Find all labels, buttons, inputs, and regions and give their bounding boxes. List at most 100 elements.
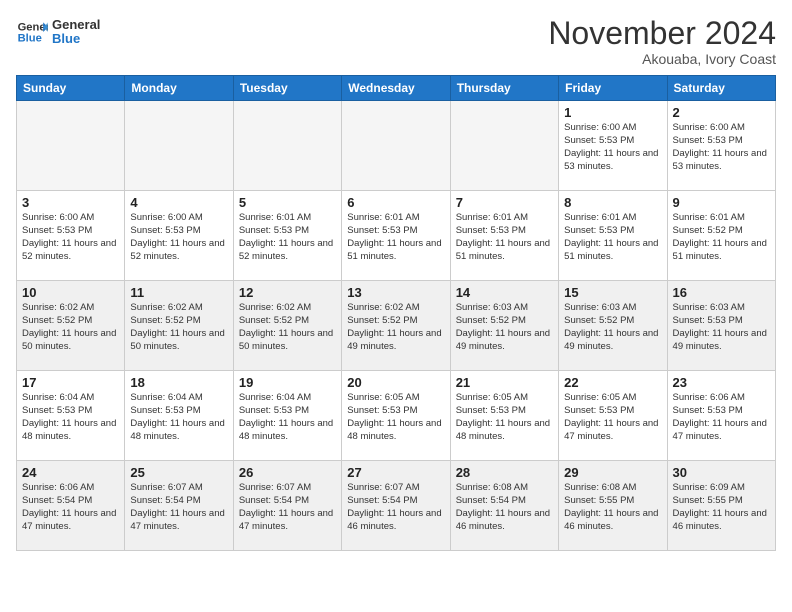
day-number: 15 — [564, 285, 661, 300]
day-info: Sunrise: 6:04 AMSunset: 5:53 PMDaylight:… — [239, 392, 336, 443]
header: General Blue General Blue November 2024 … — [16, 16, 776, 67]
title-block: November 2024 Akouaba, Ivory Coast — [548, 16, 776, 67]
calendar-cell: 19Sunrise: 6:04 AMSunset: 5:53 PMDayligh… — [233, 371, 341, 461]
day-number: 28 — [456, 465, 553, 480]
calendar-cell: 16 Sunrise: 6:03 AMSunset: 5:53 PMDayligh… — [667, 281, 775, 371]
day-info: Sunrise: 6:01 AMSunset: 5:53 PMDaylight:… — [347, 212, 444, 263]
weekday-header-tuesday: Tuesday — [233, 76, 341, 101]
calendar-cell: 26 Sunrise: 6:07 AMSunset: 5:54 PMDayligh… — [233, 461, 341, 551]
day-info: Sunrise: 6:06 AMSunset: 5:53 PMDaylight:… — [673, 392, 770, 443]
calendar-cell — [125, 101, 233, 191]
month-title: November 2024 — [548, 16, 776, 51]
weekday-header-monday: Monday — [125, 76, 233, 101]
day-info: Sunrise: 6:05 AMSunset: 5:53 PMDaylight:… — [456, 392, 553, 443]
calendar-cell: 21 Sunrise: 6:05 AMSunset: 5:53 PMDayligh… — [450, 371, 558, 461]
day-number: 26 — [239, 465, 336, 480]
day-number: 14 — [456, 285, 553, 300]
day-number: 12 — [239, 285, 336, 300]
day-number: 23 — [673, 375, 770, 390]
calendar-cell: 11 Sunrise: 6:02 AMSunset: 5:52 PMDayligh… — [125, 281, 233, 371]
week-row-4: 17Sunrise: 6:04 AMSunset: 5:53 PMDayligh… — [17, 371, 776, 461]
day-info: Sunrise: 6:02 AMSunset: 5:52 PMDaylight:… — [130, 302, 227, 353]
day-info: Sunrise: 6:07 AMSunset: 5:54 PMDaylight:… — [347, 482, 444, 533]
day-number: 30 — [673, 465, 770, 480]
calendar-cell: 13Sunrise: 6:02 AMSunset: 5:52 PMDayligh… — [342, 281, 450, 371]
weekday-header-sunday: Sunday — [17, 76, 125, 101]
calendar-cell: 8Sunrise: 6:01 AMSunset: 5:53 PMDaylight… — [559, 191, 667, 281]
calendar-cell: 18 Sunrise: 6:04 AMSunset: 5:53 PMDayligh… — [125, 371, 233, 461]
day-info: Sunrise: 6:00 AMSunset: 5:53 PMDaylight:… — [22, 212, 119, 263]
day-info: Sunrise: 6:07 AMSunset: 5:54 PMDaylight:… — [130, 482, 227, 533]
day-number: 29 — [564, 465, 661, 480]
day-number: 16 — [673, 285, 770, 300]
week-row-1: 1 Sunrise: 6:00 AMSunset: 5:53 PMDaylight… — [17, 101, 776, 191]
calendar-cell: 29 Sunrise: 6:08 AMSunset: 5:55 PMDayligh… — [559, 461, 667, 551]
day-info: Sunrise: 6:01 AMSunset: 5:53 PMDaylight:… — [456, 212, 553, 263]
day-info: Sunrise: 6:05 AMSunset: 5:53 PMDaylight:… — [347, 392, 444, 443]
day-number: 20 — [347, 375, 444, 390]
page: General Blue General Blue November 2024 … — [0, 0, 792, 561]
day-number: 3 — [22, 195, 119, 210]
week-row-5: 24 Sunrise: 6:06 AMSunset: 5:54 PMDayligh… — [17, 461, 776, 551]
calendar-cell: 23 Sunrise: 6:06 AMSunset: 5:53 PMDayligh… — [667, 371, 775, 461]
day-number: 9 — [673, 195, 770, 210]
weekday-header-wednesday: Wednesday — [342, 76, 450, 101]
day-number: 21 — [456, 375, 553, 390]
day-number: 24 — [22, 465, 119, 480]
logo-line2: Blue — [52, 32, 100, 46]
calendar-cell: 7 Sunrise: 6:01 AMSunset: 5:53 PMDaylight… — [450, 191, 558, 281]
day-number: 7 — [456, 195, 553, 210]
day-number: 1 — [564, 105, 661, 120]
calendar-cell — [17, 101, 125, 191]
week-row-2: 3 Sunrise: 6:00 AMSunset: 5:53 PMDaylight… — [17, 191, 776, 281]
day-info: Sunrise: 6:08 AMSunset: 5:55 PMDaylight:… — [564, 482, 661, 533]
day-info: Sunrise: 6:05 AMSunset: 5:53 PMDaylight:… — [564, 392, 661, 443]
day-info: Sunrise: 6:01 AMSunset: 5:53 PMDaylight:… — [239, 212, 336, 263]
day-info: Sunrise: 6:07 AMSunset: 5:54 PMDaylight:… — [239, 482, 336, 533]
svg-text:Blue: Blue — [18, 33, 42, 45]
day-info: Sunrise: 6:03 AMSunset: 5:52 PMDaylight:… — [456, 302, 553, 353]
day-number: 13 — [347, 285, 444, 300]
calendar-cell: 4Sunrise: 6:00 AMSunset: 5:53 PMDaylight… — [125, 191, 233, 281]
calendar-cell: 6 Sunrise: 6:01 AMSunset: 5:53 PMDaylight… — [342, 191, 450, 281]
day-info: Sunrise: 6:01 AMSunset: 5:52 PMDaylight:… — [673, 212, 770, 263]
day-number: 11 — [130, 285, 227, 300]
day-number: 22 — [564, 375, 661, 390]
day-number: 5 — [239, 195, 336, 210]
calendar-cell: 3 Sunrise: 6:00 AMSunset: 5:53 PMDaylight… — [17, 191, 125, 281]
calendar-cell: 30 Sunrise: 6:09 AMSunset: 5:55 PMDayligh… — [667, 461, 775, 551]
day-info: Sunrise: 6:03 AMSunset: 5:53 PMDaylight:… — [673, 302, 770, 353]
day-info: Sunrise: 6:04 AMSunset: 5:53 PMDaylight:… — [22, 392, 119, 443]
day-number: 2 — [673, 105, 770, 120]
day-info: Sunrise: 6:03 AMSunset: 5:52 PMDaylight:… — [564, 302, 661, 353]
calendar-cell: 24 Sunrise: 6:06 AMSunset: 5:54 PMDayligh… — [17, 461, 125, 551]
calendar-cell: 2Sunrise: 6:00 AMSunset: 5:53 PMDaylight… — [667, 101, 775, 191]
calendar-cell: 20 Sunrise: 6:05 AMSunset: 5:53 PMDayligh… — [342, 371, 450, 461]
day-number: 18 — [130, 375, 227, 390]
weekday-header-saturday: Saturday — [667, 76, 775, 101]
day-info: Sunrise: 6:08 AMSunset: 5:54 PMDaylight:… — [456, 482, 553, 533]
day-number: 10 — [22, 285, 119, 300]
calendar-cell: 28 Sunrise: 6:08 AMSunset: 5:54 PMDayligh… — [450, 461, 558, 551]
day-number: 4 — [130, 195, 227, 210]
week-row-3: 10 Sunrise: 6:02 AMSunset: 5:52 PMDayligh… — [17, 281, 776, 371]
location-subtitle: Akouaba, Ivory Coast — [548, 51, 776, 67]
day-info: Sunrise: 6:00 AMSunset: 5:53 PMDaylight:… — [564, 122, 661, 173]
weekday-header-thursday: Thursday — [450, 76, 558, 101]
calendar-cell: 17Sunrise: 6:04 AMSunset: 5:53 PMDayligh… — [17, 371, 125, 461]
day-info: Sunrise: 6:09 AMSunset: 5:55 PMDaylight:… — [673, 482, 770, 533]
calendar-cell: 15 Sunrise: 6:03 AMSunset: 5:52 PMDayligh… — [559, 281, 667, 371]
logo-icon: General Blue — [16, 16, 48, 48]
day-info: Sunrise: 6:01 AMSunset: 5:53 PMDaylight:… — [564, 212, 661, 263]
calendar-cell: 14 Sunrise: 6:03 AMSunset: 5:52 PMDayligh… — [450, 281, 558, 371]
day-info: Sunrise: 6:06 AMSunset: 5:54 PMDaylight:… — [22, 482, 119, 533]
calendar-cell: 9 Sunrise: 6:01 AMSunset: 5:52 PMDaylight… — [667, 191, 775, 281]
calendar-cell: 1 Sunrise: 6:00 AMSunset: 5:53 PMDaylight… — [559, 101, 667, 191]
weekday-header-row: SundayMondayTuesdayWednesdayThursdayFrid… — [17, 76, 776, 101]
calendar-cell: 22 Sunrise: 6:05 AMSunset: 5:53 PMDayligh… — [559, 371, 667, 461]
calendar-cell: 25Sunrise: 6:07 AMSunset: 5:54 PMDayligh… — [125, 461, 233, 551]
calendar-table: SundayMondayTuesdayWednesdayThursdayFrid… — [16, 75, 776, 551]
day-number: 6 — [347, 195, 444, 210]
logo-line1: General — [52, 18, 100, 32]
day-info: Sunrise: 6:04 AMSunset: 5:53 PMDaylight:… — [130, 392, 227, 443]
